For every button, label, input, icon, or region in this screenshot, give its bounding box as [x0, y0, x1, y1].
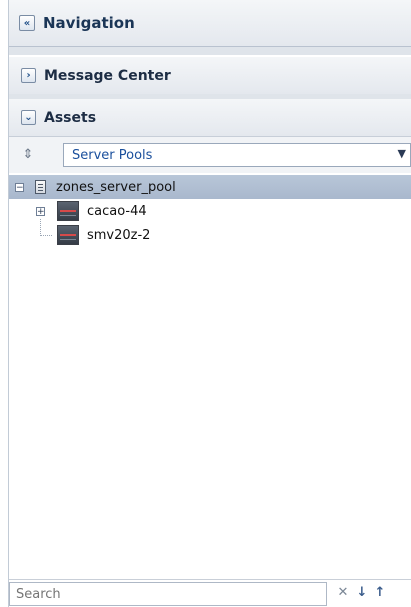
asset-view-select[interactable]: Server Pools ▼ [63, 143, 411, 167]
assets-header[interactable]: ⌄ Assets [9, 99, 411, 137]
search-input[interactable] [9, 582, 327, 606]
navigation-panel: « Navigation › Message Center ⌄ Assets ⇕… [8, 0, 411, 607]
server-icon [57, 201, 79, 221]
chevron-down-icon[interactable]: ⌄ [21, 110, 36, 125]
tree-label-smv20z-2: smv20z-2 [87, 227, 151, 243]
arrow-down-icon[interactable]: ↓ [354, 584, 370, 602]
arrow-up-icon[interactable]: ↑ [372, 584, 388, 602]
expand-icon[interactable]: + [36, 206, 45, 216]
tree-label-cacao-44: cacao-44 [87, 203, 147, 219]
assets-title: Assets [44, 109, 97, 126]
close-icon[interactable]: ✕ [335, 584, 351, 602]
chevron-right-icon[interactable]: › [21, 68, 36, 83]
search-bar: ✕ ↓ ↑ [9, 579, 411, 607]
message-center-header[interactable]: › Message Center [9, 57, 411, 95]
tree-row-smv20z-2[interactable]: smv20z-2 [9, 219, 411, 247]
chevron-down-icon[interactable]: ▼ [398, 147, 406, 160]
navigation-title: Navigation [43, 14, 135, 32]
tree-row-cacao-44[interactable]: + cacao-44 [9, 199, 411, 223]
divider [9, 47, 411, 55]
assets-tree: − zones_server_pool + cacao-44 smv20z-2 [9, 175, 411, 247]
message-center-title: Message Center [44, 67, 171, 84]
server-pool-icon [32, 179, 48, 196]
assets-filter-row: ⇕ Server Pools ▼ [9, 137, 411, 173]
collapse-icon[interactable]: − [15, 182, 24, 192]
asset-view-selected: Server Pools [72, 147, 153, 163]
tree-row-root[interactable]: − zones_server_pool [9, 175, 411, 199]
navigation-header: « Navigation [9, 0, 411, 47]
sort-arrows-icon: ⇕ [22, 147, 34, 162]
tree-label-root: zones_server_pool [56, 179, 176, 195]
tree-connector [40, 219, 41, 234]
double-chevron-left-icon[interactable]: « [19, 15, 35, 31]
server-icon [57, 225, 79, 245]
tree-connector [40, 235, 52, 236]
